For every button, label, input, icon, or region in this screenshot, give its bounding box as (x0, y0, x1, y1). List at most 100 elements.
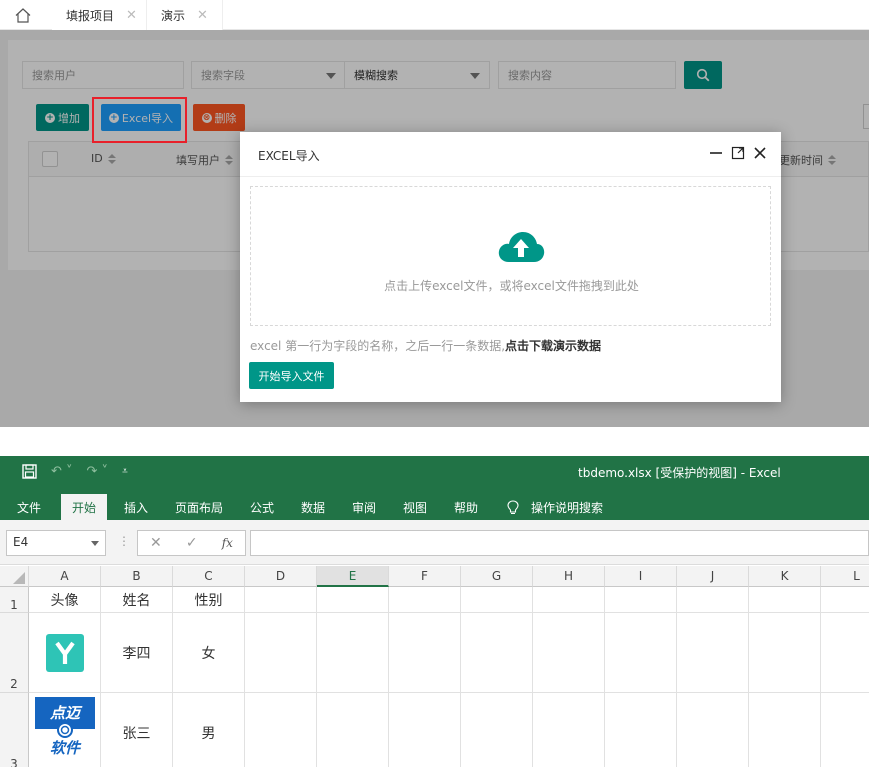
tab-close-icon[interactable]: ✕ (197, 8, 208, 23)
cell-F3[interactable] (389, 693, 461, 767)
cell-E3[interactable] (317, 693, 389, 767)
select-all-corner[interactable] (0, 566, 29, 587)
cell-A3[interactable]: 点迈 软件 (29, 693, 101, 767)
cell-E2[interactable] (317, 613, 389, 693)
cell-D2[interactable] (245, 613, 317, 693)
column-header-L[interactable]: L (821, 566, 869, 587)
redo-icon[interactable]: ↷ ˅ (87, 464, 109, 479)
company-logo-icon: 点迈 软件 (34, 697, 95, 757)
cell-I1[interactable] (605, 587, 677, 613)
logo-text-bottom: 软件 (49, 739, 81, 757)
cell-H3[interactable] (533, 693, 605, 767)
cell-K1[interactable] (749, 587, 821, 613)
cell-C2[interactable]: 女 (173, 613, 245, 693)
spreadsheet-grid: A B C D E F G H I J K L 1 头像 姓名 性别 2 李四 … (0, 566, 869, 767)
upload-tip: 点击上传excel文件，或将excel文件拖拽到此处 (384, 279, 639, 293)
column-header-B[interactable]: B (101, 566, 173, 587)
minimize-icon[interactable] (709, 146, 723, 160)
cell-B2[interactable]: 李四 (101, 613, 173, 693)
tab-fill-project[interactable]: 填报项目 ✕ (52, 0, 152, 30)
cell-B1[interactable]: 姓名 (101, 587, 173, 613)
cell-E1[interactable] (317, 587, 389, 613)
column-header-K[interactable]: K (749, 566, 821, 587)
tab-demo[interactable]: 演示 ✕ (146, 0, 223, 30)
column-header-A[interactable]: A (29, 566, 101, 587)
cell-G2[interactable] (461, 613, 533, 693)
download-demo-link[interactable]: 点击下载演示数据 (505, 339, 601, 353)
ribbon-tab-page-layout[interactable]: 页面布局 (164, 494, 234, 520)
ribbon-tab-file[interactable]: 文件 (6, 494, 52, 520)
cancel-icon[interactable]: ✕ (150, 535, 162, 551)
ribbon-tab-home[interactable]: 开始 (61, 494, 108, 520)
formula-bar-splitter-icon[interactable]: ⋮ (118, 534, 130, 548)
tab-label: 演示 (161, 8, 186, 23)
formula-bar-area: E4 ⋮ ✕ ✓ fx (0, 520, 869, 565)
tell-me-search[interactable]: 操作说明搜索 (496, 494, 614, 520)
column-header-E[interactable]: E (317, 566, 389, 587)
cell-A1[interactable]: 头像 (29, 587, 101, 613)
cloud-upload-icon (498, 232, 545, 262)
ribbon-tab-formulas[interactable]: 公式 (239, 494, 285, 520)
highlight-box (92, 97, 187, 143)
column-header-J[interactable]: J (677, 566, 749, 587)
cell-G3[interactable] (461, 693, 533, 767)
column-header-D[interactable]: D (245, 566, 317, 587)
name-box[interactable]: E4 (6, 530, 106, 556)
ribbon-tab-insert[interactable]: 插入 (113, 494, 159, 520)
customize-toolbar-icon[interactable]: ⩡ (122, 466, 128, 477)
column-header-I[interactable]: I (605, 566, 677, 587)
import-note: excel 第一行为字段的名称，之后一行一条数据,点击下载演示数据 (250, 337, 601, 354)
ribbon-tab-data[interactable]: 数据 (290, 494, 336, 520)
ribbon-tab-help[interactable]: 帮助 (443, 494, 489, 520)
cell-F1[interactable] (389, 587, 461, 613)
cell-L1[interactable] (821, 587, 869, 613)
cell-G1[interactable] (461, 587, 533, 613)
tab-label: 填报项目 (66, 8, 115, 23)
row-header-2[interactable]: 2 (0, 613, 29, 693)
row-header-1[interactable]: 1 (0, 587, 29, 613)
tab-close-icon[interactable]: ✕ (126, 8, 137, 23)
ribbon-tab-review[interactable]: 审阅 (341, 494, 387, 520)
formula-input[interactable] (250, 530, 869, 556)
save-icon[interactable] (22, 464, 37, 479)
cell-H2[interactable] (533, 613, 605, 693)
column-header-F[interactable]: F (389, 566, 461, 587)
dialog-window-controls (709, 146, 767, 160)
ribbon-tab-view[interactable]: 视图 (392, 494, 438, 520)
maximize-icon[interactable] (731, 146, 745, 160)
enter-icon[interactable]: ✓ (186, 535, 198, 551)
column-header-C[interactable]: C (173, 566, 245, 587)
undo-icon[interactable]: ↶ ˅ (51, 464, 73, 479)
cell-K2[interactable] (749, 613, 821, 693)
row-header-3[interactable]: 3 (0, 693, 29, 767)
cell-I2[interactable] (605, 613, 677, 693)
cell-L3[interactable] (821, 693, 869, 767)
start-import-button[interactable]: 开始导入文件 (249, 362, 334, 389)
cell-J2[interactable] (677, 613, 749, 693)
cell-B3[interactable]: 张三 (101, 693, 173, 767)
insert-function-icon[interactable]: fx (222, 536, 233, 550)
home-tab[interactable] (0, 0, 46, 30)
cell-J3[interactable] (677, 693, 749, 767)
cell-J1[interactable] (677, 587, 749, 613)
cell-F2[interactable] (389, 613, 461, 693)
cell-K3[interactable] (749, 693, 821, 767)
cell-H1[interactable] (533, 587, 605, 613)
cell-D3[interactable] (245, 693, 317, 767)
dialog-divider (240, 176, 781, 177)
lightbulb-icon (507, 499, 519, 514)
corner-triangle-icon (13, 572, 25, 584)
column-header-G[interactable]: G (461, 566, 533, 587)
cell-L2[interactable] (821, 613, 869, 693)
tab-bar: 填报项目 ✕ 演示 ✕ (0, 0, 869, 30)
cell-I3[interactable] (605, 693, 677, 767)
cell-A2[interactable] (29, 613, 101, 693)
cell-C3[interactable]: 男 (173, 693, 245, 767)
cell-C1[interactable]: 性别 (173, 587, 245, 613)
column-header-H[interactable]: H (533, 566, 605, 587)
chevron-down-icon[interactable] (91, 541, 99, 546)
upload-dropzone[interactable]: 点击上传excel文件，或将excel文件拖拽到此处 (250, 186, 771, 326)
close-icon[interactable] (753, 146, 767, 160)
excel-title-bar: ↶ ˅ ↷ ˅ ⩡ tbdemo.xlsx [受保护的视图] - Excel (0, 456, 869, 488)
cell-D1[interactable] (245, 587, 317, 613)
